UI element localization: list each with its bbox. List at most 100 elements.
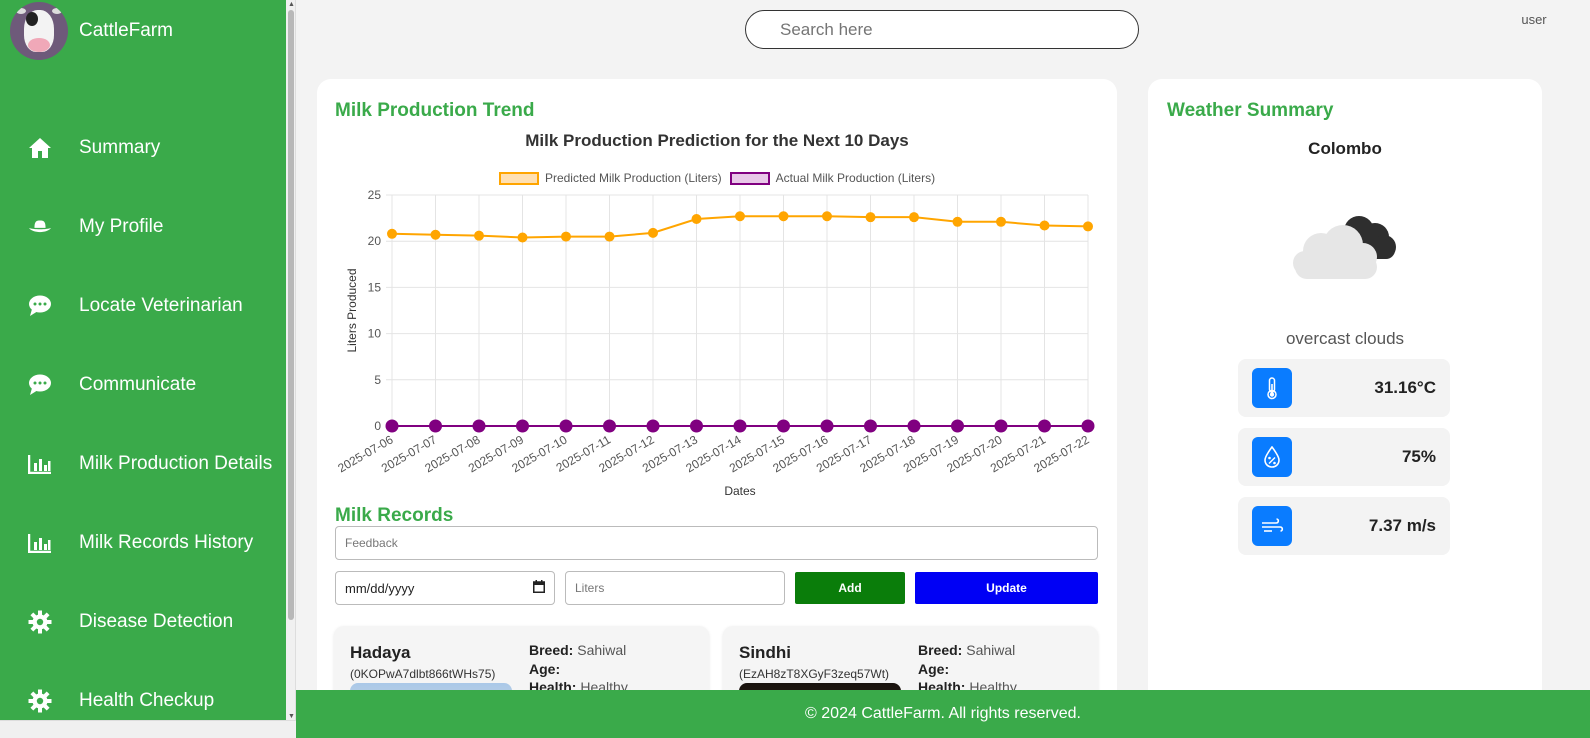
breed-value: Sahiwal [577,642,627,658]
sidebar-item-label: Health Checkup [79,689,215,711]
sidebar-item-communicate[interactable]: Communicate [0,345,286,424]
temperature-row: 31.16°C [1238,359,1450,417]
predicted-point [996,216,1006,227]
y-tick-label: 0 [374,419,381,433]
predicted-point [517,232,528,243]
sidebar-item-milk-production-details[interactable]: Milk Production Details [0,424,286,503]
breed-label: Breed: [529,642,574,658]
thermometer-icon [1252,368,1292,408]
humidity-value: 75% [1401,447,1436,466]
predicted-point [735,211,745,222]
bar-chart-icon [28,531,52,555]
user-avatar[interactable]: user [1518,12,1550,44]
actual-point [559,419,573,433]
scroll-down-arrow-icon[interactable]: ▼ [288,713,295,720]
cow-id: (EzAH8zT8XGyF3zeq57Wt) [739,667,890,681]
sidebar-item-summary[interactable]: Summary [0,108,286,187]
predicted-point [648,227,658,238]
actual-point [429,419,442,433]
calendar-icon[interactable] [533,580,545,596]
wind-row: 7.37 m/s [1238,497,1450,555]
brand[interactable]: CattleFarm [10,2,173,60]
search-input[interactable] [746,11,1138,48]
actual-point [777,419,790,433]
sidebar: CattleFarm Summary My Profile Locate Vet… [0,0,286,738]
weather-card: Weather Summary Colombo overcast clouds … [1148,79,1542,738]
predicted-point [561,231,571,242]
gear-icon [28,689,52,713]
actual-point [994,419,1008,433]
breed-label: Breed: [918,642,963,658]
predicted-point [691,214,702,225]
sidebar-nav: Summary My Profile Locate Veterinarian C… [0,108,286,738]
predicted-point [387,228,397,239]
bar-chart-icon [28,452,52,476]
sidebar-item-label: Summary [79,136,161,158]
add-button[interactable]: Add [795,572,905,604]
gear-icon [28,610,52,634]
y-tick-label: 20 [368,234,382,248]
sidebar-item-label: Disease Detection [79,610,234,632]
predicted-point [474,230,484,241]
predicted-point [1083,221,1093,232]
sidebar-item-label: Locate Veterinarian [79,294,243,316]
footer: © 2024 CattleFarm. All rights reserved. [296,690,1590,738]
section-title-records: Milk Records [335,505,454,526]
actual-point [1081,419,1095,433]
actual-point [603,419,616,433]
predicted-point [909,212,919,223]
cow-logo-icon [10,2,68,60]
cow-info: Breed: Sahiwal Age: Health: Healthy [918,641,1017,697]
sidebar-item-label: Communicate [79,373,197,395]
predicted-point [952,216,963,227]
actual-point [472,419,486,433]
actual-point [733,419,747,433]
home-icon [28,136,52,160]
cow-info: Breed: Sahiwal Age: Health: Healthy [529,641,628,697]
y-tick-label: 15 [368,280,382,294]
breed-value: Sahiwal [966,642,1016,658]
app-name: CattleFarm [79,20,173,41]
humidity-drop-icon [1252,437,1292,477]
actual-point [1038,419,1051,433]
sidebar-item-label: My Profile [79,215,164,237]
age-label: Age: [529,660,561,677]
temperature-value: 31.16°C [1374,378,1436,397]
cow-name: Hadaya [350,643,411,662]
age-label: Age: [918,660,950,677]
scrollbar-thumb[interactable] [288,10,294,620]
predicted-point [865,212,876,223]
sidebar-item-label: Milk Production Details [79,452,273,474]
date-input[interactable]: mm/dd/yyyy [335,571,555,605]
feedback-input[interactable]: Feedback [335,526,1098,560]
y-tick-label: 25 [368,188,382,202]
milk-production-chart: 05101520252025-07-062025-07-072025-07-08… [335,188,1095,498]
cowboy-hat-icon [28,215,52,239]
scroll-up-arrow-icon[interactable]: ▲ [288,1,295,8]
predicted-point [778,211,789,222]
weather-description: overcast clouds [1285,329,1405,348]
sidebar-item-locate-veterinarian[interactable]: Locate Veterinarian [0,266,286,345]
actual-point [864,419,877,433]
horizontal-scrollbar[interactable] [0,720,296,738]
sidebar-item-my-profile[interactable]: My Profile [0,187,286,266]
section-title-weather: Weather Summary [1167,100,1334,121]
chat-bubble-icon [28,373,52,397]
sidebar-scrollbar[interactable]: ▲ ▼ [286,0,296,738]
actual-point [516,419,529,433]
predicted-point [1039,220,1050,231]
actual-point [385,419,399,433]
search-box[interactable] [745,10,1139,49]
actual-point [646,419,660,433]
actual-point [951,419,964,433]
sidebar-item-milk-records-history[interactable]: Milk Records History [0,503,286,582]
cow-name: Sindhi [739,643,791,662]
y-tick-label: 5 [374,373,381,387]
predicted-point [604,231,615,242]
milk-production-card: Milk Production Trend Milk Production Pr… [317,79,1117,738]
liters-input[interactable]: Liters [565,571,785,605]
update-button[interactable]: Update [915,572,1098,604]
sidebar-item-disease-detection[interactable]: Disease Detection [0,582,286,661]
y-axis-label: Liters Produced [345,268,359,352]
x-axis-label: Dates [724,484,755,498]
